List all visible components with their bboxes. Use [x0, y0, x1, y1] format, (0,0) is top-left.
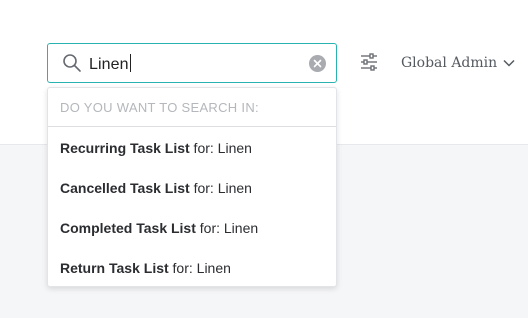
- clear-icon[interactable]: [309, 55, 326, 72]
- suggestion-return-task-list[interactable]: Return Task List for: Linen: [48, 247, 336, 287]
- suggestion-suffix: for: Linen: [189, 180, 252, 196]
- user-menu-button[interactable]: Global Admin: [401, 55, 515, 71]
- search-icon: [62, 53, 82, 73]
- filter-sliders-icon[interactable]: [359, 52, 379, 72]
- suggestion-name: Return Task List: [60, 260, 169, 276]
- suggestion-name: Cancelled Task List: [60, 180, 190, 196]
- search-input-value[interactable]: Linen: [89, 54, 131, 74]
- search-suggestions-dropdown: DO YOU WANT TO SEARCH IN: Recurring Task…: [47, 87, 337, 287]
- suggestion-suffix: for: Linen: [168, 260, 231, 276]
- search-input[interactable]: Linen: [47, 43, 337, 83]
- suggestion-suffix: for: Linen: [195, 220, 259, 236]
- dropdown-header: DO YOU WANT TO SEARCH IN:: [48, 88, 336, 127]
- suggestion-suffix: for: Linen: [189, 140, 252, 156]
- suggestion-name: Recurring Task List: [60, 140, 190, 156]
- chevron-down-icon: [503, 55, 515, 71]
- suggestion-recurring-task-list[interactable]: Recurring Task List for: Linen: [48, 127, 336, 167]
- suggestion-cancelled-task-list[interactable]: Cancelled Task List for: Linen: [48, 167, 336, 207]
- text-cursor: [129, 54, 131, 72]
- suggestion-name: Completed Task List: [60, 220, 196, 236]
- user-menu-label: Global Admin: [401, 55, 498, 71]
- suggestion-completed-task-list[interactable]: Completed Task List for: Linen: [48, 207, 336, 247]
